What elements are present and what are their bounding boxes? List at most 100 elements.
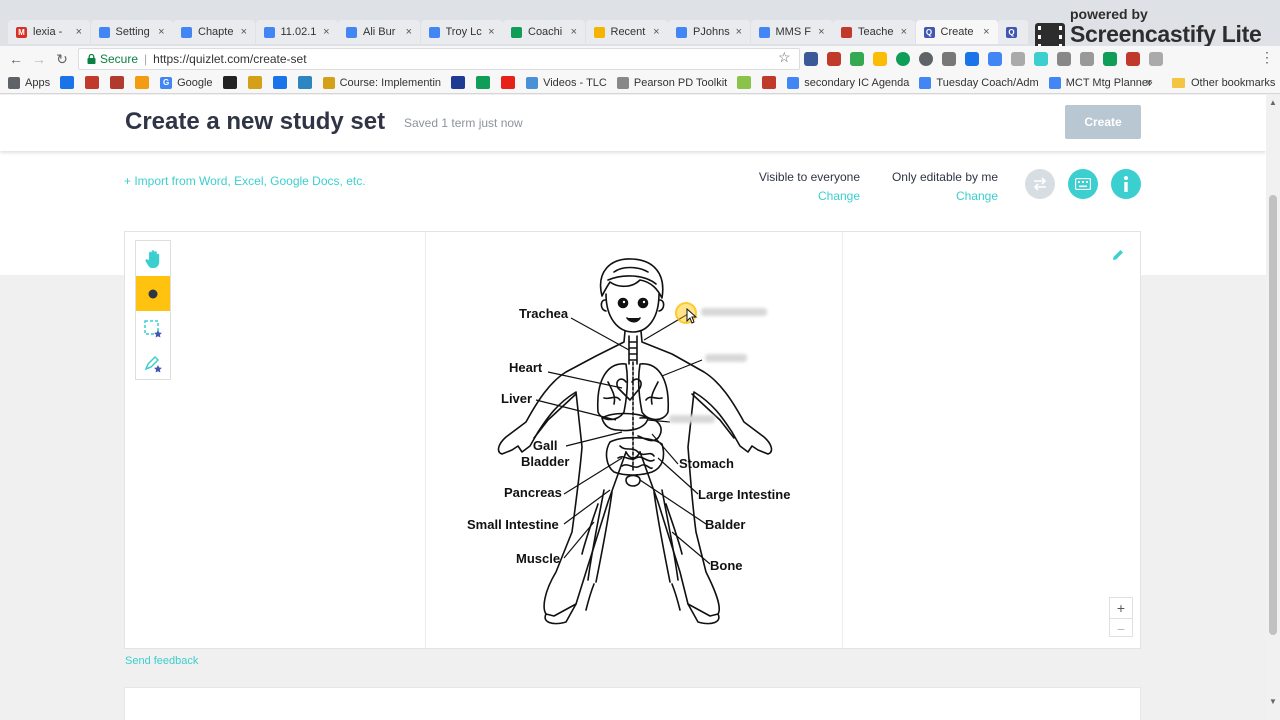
bookmark-favicon-icon[interactable]: [110, 76, 125, 89]
bookmark-favicon-icon[interactable]: [451, 76, 466, 89]
bookmark-favicon-icon[interactable]: [476, 76, 491, 89]
reload-icon[interactable]: ↻: [52, 49, 72, 69]
bookmark-favicon-icon[interactable]: [60, 76, 75, 89]
zoom-in-button[interactable]: +: [1110, 598, 1132, 618]
create-button[interactable]: Create: [1065, 105, 1141, 139]
extension-icon[interactable]: [1011, 52, 1025, 66]
browser-tab[interactable]: Teache ×: [833, 20, 915, 44]
close-tab-icon[interactable]: ×: [736, 26, 742, 38]
tab-label: Create: [940, 26, 974, 38]
bookmark-favicon-icon[interactable]: [272, 76, 287, 89]
bookmark-item[interactable]: Videos - TLC: [526, 76, 607, 89]
human-body-illustration: [497, 258, 773, 625]
extension-icon[interactable]: [804, 52, 818, 66]
extension-icon[interactable]: [965, 52, 979, 66]
extension-icon[interactable]: [919, 52, 933, 66]
extension-icon[interactable]: [1034, 52, 1048, 66]
editable-change-link[interactable]: Change: [918, 189, 998, 203]
bookmark-favicon-icon[interactable]: [247, 76, 262, 89]
close-tab-icon[interactable]: ×: [653, 26, 659, 38]
forward-icon[interactable]: →: [29, 49, 49, 69]
address-bar[interactable]: Secure | https://quizlet.com/create-set: [78, 48, 800, 70]
box-tool[interactable]: [136, 311, 170, 346]
bookmark-item[interactable]: Tuesday Coach/Adm: [919, 76, 1039, 89]
pan-tool[interactable]: [136, 241, 170, 276]
close-tab-icon[interactable]: ×: [571, 26, 577, 38]
send-feedback-link[interactable]: Send feedback: [125, 655, 198, 667]
edit-image-button[interactable]: [1105, 242, 1131, 268]
diagram-image[interactable]: [425, 232, 843, 648]
browser-tab[interactable]: MMS F ×: [750, 20, 833, 44]
browser-tab[interactable]: 11.02.1 ×: [255, 20, 338, 44]
bookmark-label: Google: [177, 76, 213, 89]
bookmark-favicon-icon[interactable]: [297, 76, 312, 89]
extension-icon[interactable]: [1080, 52, 1094, 66]
extension-icon[interactable]: [988, 52, 1002, 66]
close-tab-icon[interactable]: ×: [158, 26, 164, 38]
page-scrollbar[interactable]: ▲ ▼: [1266, 95, 1280, 720]
close-tab-icon[interactable]: ×: [76, 26, 82, 38]
swap-terms-button[interactable]: [1025, 169, 1055, 199]
bookmark-favicon-icon[interactable]: [135, 76, 150, 89]
browser-tab[interactable]: Ali Bur ×: [338, 20, 420, 44]
browser-tab[interactable]: Mlexia - ×: [8, 20, 90, 44]
bookmark-star-icon[interactable]: ☆: [778, 49, 791, 66]
extension-icon[interactable]: [850, 52, 864, 66]
extension-icon[interactable]: [896, 52, 910, 66]
extension-icon[interactable]: [1149, 52, 1163, 66]
browser-tab[interactable]: Troy Lc ×: [420, 20, 503, 44]
url-text[interactable]: https://quizlet.com/create-set: [153, 52, 306, 66]
bookmark-item[interactable]: Apps: [8, 76, 50, 89]
browser-window: Mlexia - × Setting × Chapte × 11.02.1 × Ali Bur…: [0, 0, 1280, 720]
other-bookmarks[interactable]: Other bookmarks: [1172, 72, 1275, 94]
close-tab-icon[interactable]: ×: [818, 26, 824, 38]
scroll-down-icon[interactable]: ▼: [1269, 697, 1277, 706]
bookmark-item[interactable]: secondary IC Agenda: [787, 76, 909, 89]
close-tab-icon[interactable]: ×: [323, 26, 329, 38]
bookmark-favicon-icon[interactable]: [85, 76, 100, 89]
info-button[interactable]: [1111, 169, 1141, 199]
import-link[interactable]: + Import from Word, Excel, Google Docs, …: [124, 174, 366, 188]
extension-icon[interactable]: [1103, 52, 1117, 66]
close-tab-icon[interactable]: ×: [406, 26, 412, 38]
keyboard-shortcuts-button[interactable]: [1068, 169, 1098, 199]
extension-icon[interactable]: [873, 52, 887, 66]
scroll-up-icon[interactable]: ▲: [1269, 98, 1277, 107]
tab-favicon-icon: [841, 26, 852, 38]
bookmark-item[interactable]: G Google: [160, 76, 213, 89]
browser-tab[interactable]: PJohns ×: [668, 20, 750, 44]
bookmark-item[interactable]: MCT Mtg Planner: [1048, 76, 1152, 89]
bookmark-item[interactable]: Course: Implementin: [322, 76, 441, 89]
bookmark-favicon-icon: G: [160, 76, 173, 89]
chrome-menu-icon[interactable]: ⋮: [1260, 49, 1274, 66]
browser-tab[interactable]: Q Create ×: [915, 20, 998, 44]
browser-tab[interactable]: Recent ×: [585, 20, 668, 44]
browser-tab[interactable]: Setting ×: [90, 20, 173, 44]
bookmark-favicon-icon[interactable]: [762, 76, 777, 89]
point-tool[interactable]: [136, 276, 170, 311]
tab-label: Setting: [115, 26, 150, 38]
draw-tool[interactable]: [136, 346, 170, 381]
visibility-change-link[interactable]: Change: [780, 189, 860, 203]
close-tab-icon[interactable]: ×: [488, 26, 494, 38]
browser-tab[interactable]: Coachi ×: [503, 20, 585, 44]
diagram-label-small-intestine: Small Intestine: [467, 517, 559, 532]
bookmark-favicon-icon[interactable]: [222, 76, 237, 89]
zoom-controls: + −: [1109, 597, 1133, 637]
bookmark-favicon-icon[interactable]: [501, 76, 516, 89]
extension-icon[interactable]: [1126, 52, 1140, 66]
back-icon[interactable]: ←: [6, 49, 26, 69]
bookmark-item[interactable]: Pearson PD Toolkit: [616, 76, 727, 89]
extension-icon[interactable]: [1057, 52, 1071, 66]
browser-tab[interactable]: Chapte ×: [173, 20, 255, 44]
close-tab-icon[interactable]: ×: [983, 26, 989, 38]
close-tab-icon[interactable]: ×: [241, 26, 247, 38]
extension-icon[interactable]: [942, 52, 956, 66]
zoom-out-button[interactable]: −: [1110, 618, 1132, 638]
close-tab-icon[interactable]: ×: [901, 26, 907, 38]
extension-icon[interactable]: [827, 52, 841, 66]
browser-tab[interactable]: QE: [998, 20, 1028, 44]
scroll-thumb[interactable]: [1269, 195, 1277, 635]
bookmark-favicon-icon[interactable]: [737, 76, 752, 89]
bookmarks-overflow-icon[interactable]: »: [1146, 75, 1153, 89]
